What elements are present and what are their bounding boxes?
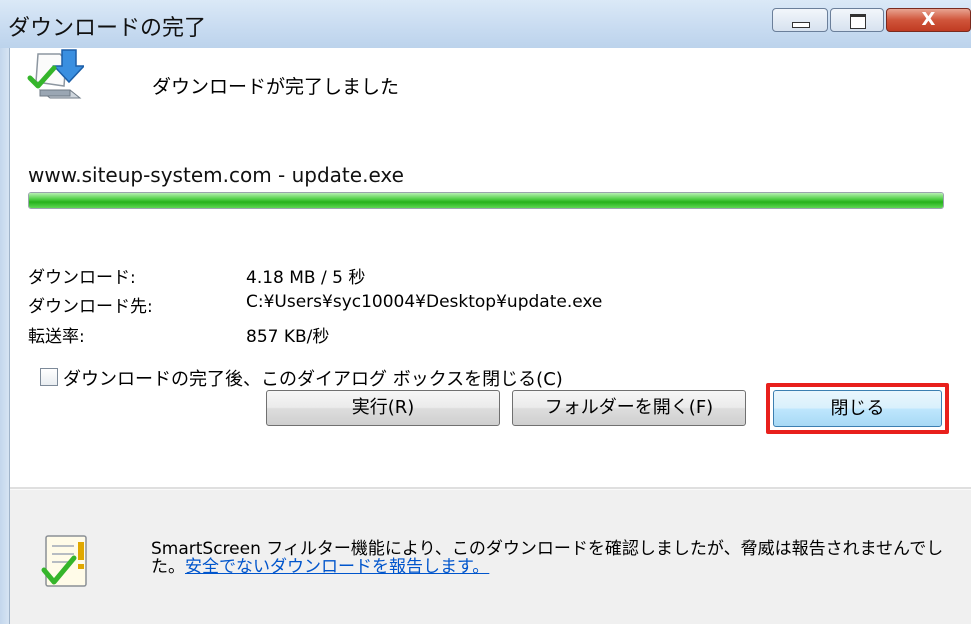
close-icon: X — [921, 9, 936, 30]
run-button[interactable]: 実行(R) — [266, 390, 500, 426]
report-unsafe-download-link[interactable]: 安全でないダウンロードを報告します。 — [185, 557, 489, 577]
title-bar[interactable]: ダウンロードの完了 X — [0, 0, 971, 48]
smartscreen-icon — [41, 535, 87, 587]
window-frame — [0, 48, 9, 624]
progress-fill — [29, 193, 943, 208]
transfer-rate-label: 転送率: — [28, 327, 85, 347]
download-source: www.siteup-system.com - update.exe — [28, 163, 404, 187]
transfer-rate-value: 857 KB/秒 — [246, 327, 330, 347]
download-progress-bar — [28, 192, 944, 209]
download-complete-icon — [27, 49, 84, 99]
close-button[interactable]: 閉じる — [773, 390, 942, 427]
window-title: ダウンロードの完了 — [8, 16, 207, 41]
downloaded-size-label: ダウンロード: — [28, 268, 136, 288]
download-complete-message: ダウンロードが完了しました — [152, 76, 400, 98]
downloaded-size-value: 4.18 MB / 5 秒 — [246, 268, 366, 288]
close-button-highlight: 閉じる — [766, 383, 949, 434]
open-folder-button[interactable]: フォルダーを開く(F) — [512, 390, 746, 426]
close-on-complete-checkbox[interactable] — [40, 368, 58, 386]
window-close-button[interactable]: X — [886, 8, 971, 32]
smartscreen-message: SmartScreen フィルター機能により、このダウンロードを確認しましたが、… — [151, 540, 951, 576]
minimize-icon — [792, 22, 810, 28]
destination-path: C:¥Users¥syc10004¥Desktop¥update.exe — [246, 292, 603, 312]
close-on-complete-label[interactable]: ダウンロードの完了後、このダイアログ ボックスを閉じる(C) — [63, 365, 563, 391]
minimize-button[interactable] — [772, 8, 828, 32]
maximize-icon — [850, 14, 866, 29]
destination-label: ダウンロード先: — [28, 297, 153, 317]
maximize-button[interactable] — [830, 8, 884, 32]
